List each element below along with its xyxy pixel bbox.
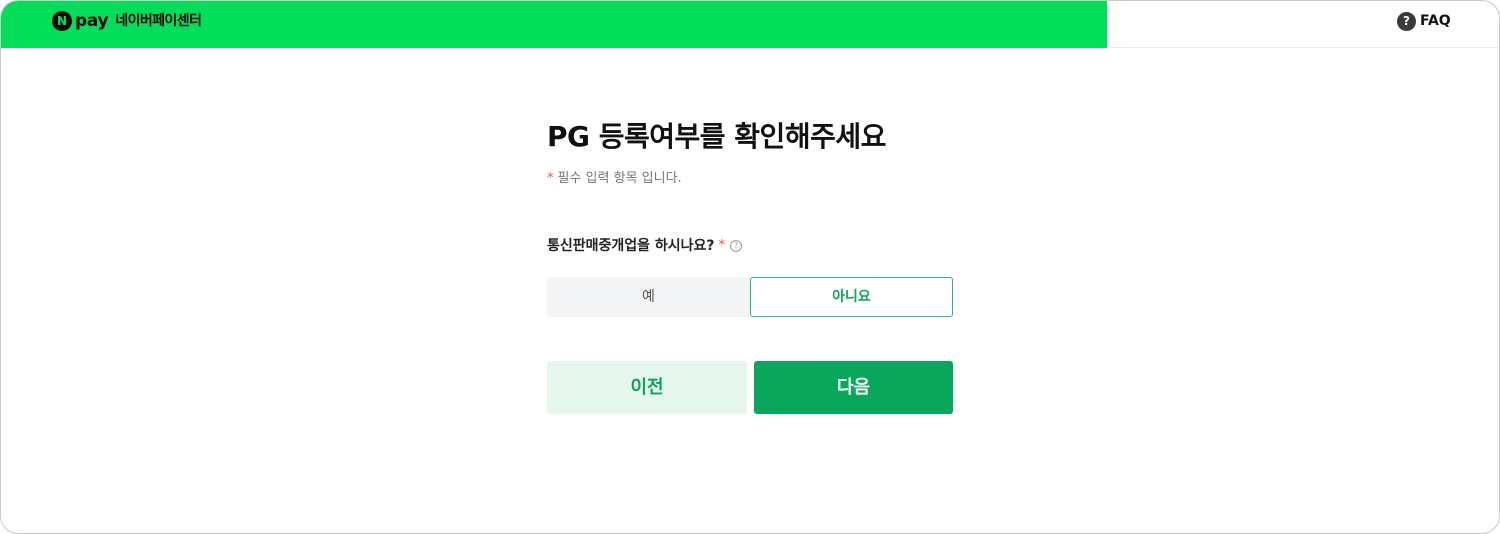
required-note: * 필수 입력 항목 입니다. [547, 170, 682, 188]
page-title: PG 등록여부를 확인해주세요 [547, 120, 886, 153]
option-no-button[interactable]: 아니요 [750, 277, 953, 317]
pay-wordmark: pay [75, 11, 109, 31]
question-required-asterisk: * [718, 238, 726, 253]
faq-label: FAQ [1420, 13, 1451, 29]
help-icon[interactable]: ? [730, 240, 743, 252]
prev-button[interactable]: 이전 [547, 361, 747, 414]
question-circle-icon: ? [1397, 11, 1416, 31]
option-yes-button[interactable]: 예 [547, 277, 750, 317]
top-header: N pay 네이버페이센터 ? FAQ [1, 1, 1499, 48]
required-asterisk: * [547, 171, 554, 186]
question-label: 통신판매중개업을 하시나요? * ? [547, 237, 743, 255]
naver-n-icon: N [52, 11, 72, 31]
question-text: 통신판매중개업을 하시나요? [547, 238, 715, 254]
next-button[interactable]: 다음 [754, 361, 953, 414]
center-name: 네이버페이센터 [115, 13, 202, 29]
page-frame: N pay 네이버페이센터 ? FAQ PG 등록여부를 확인해주세요 * 필수 … [0, 0, 1500, 534]
required-note-text: 필수 입력 항목 입니다. [557, 171, 682, 186]
faq-link[interactable]: ? FAQ [1397, 11, 1451, 31]
brand-logo[interactable]: N pay 네이버페이센터 [52, 11, 202, 31]
